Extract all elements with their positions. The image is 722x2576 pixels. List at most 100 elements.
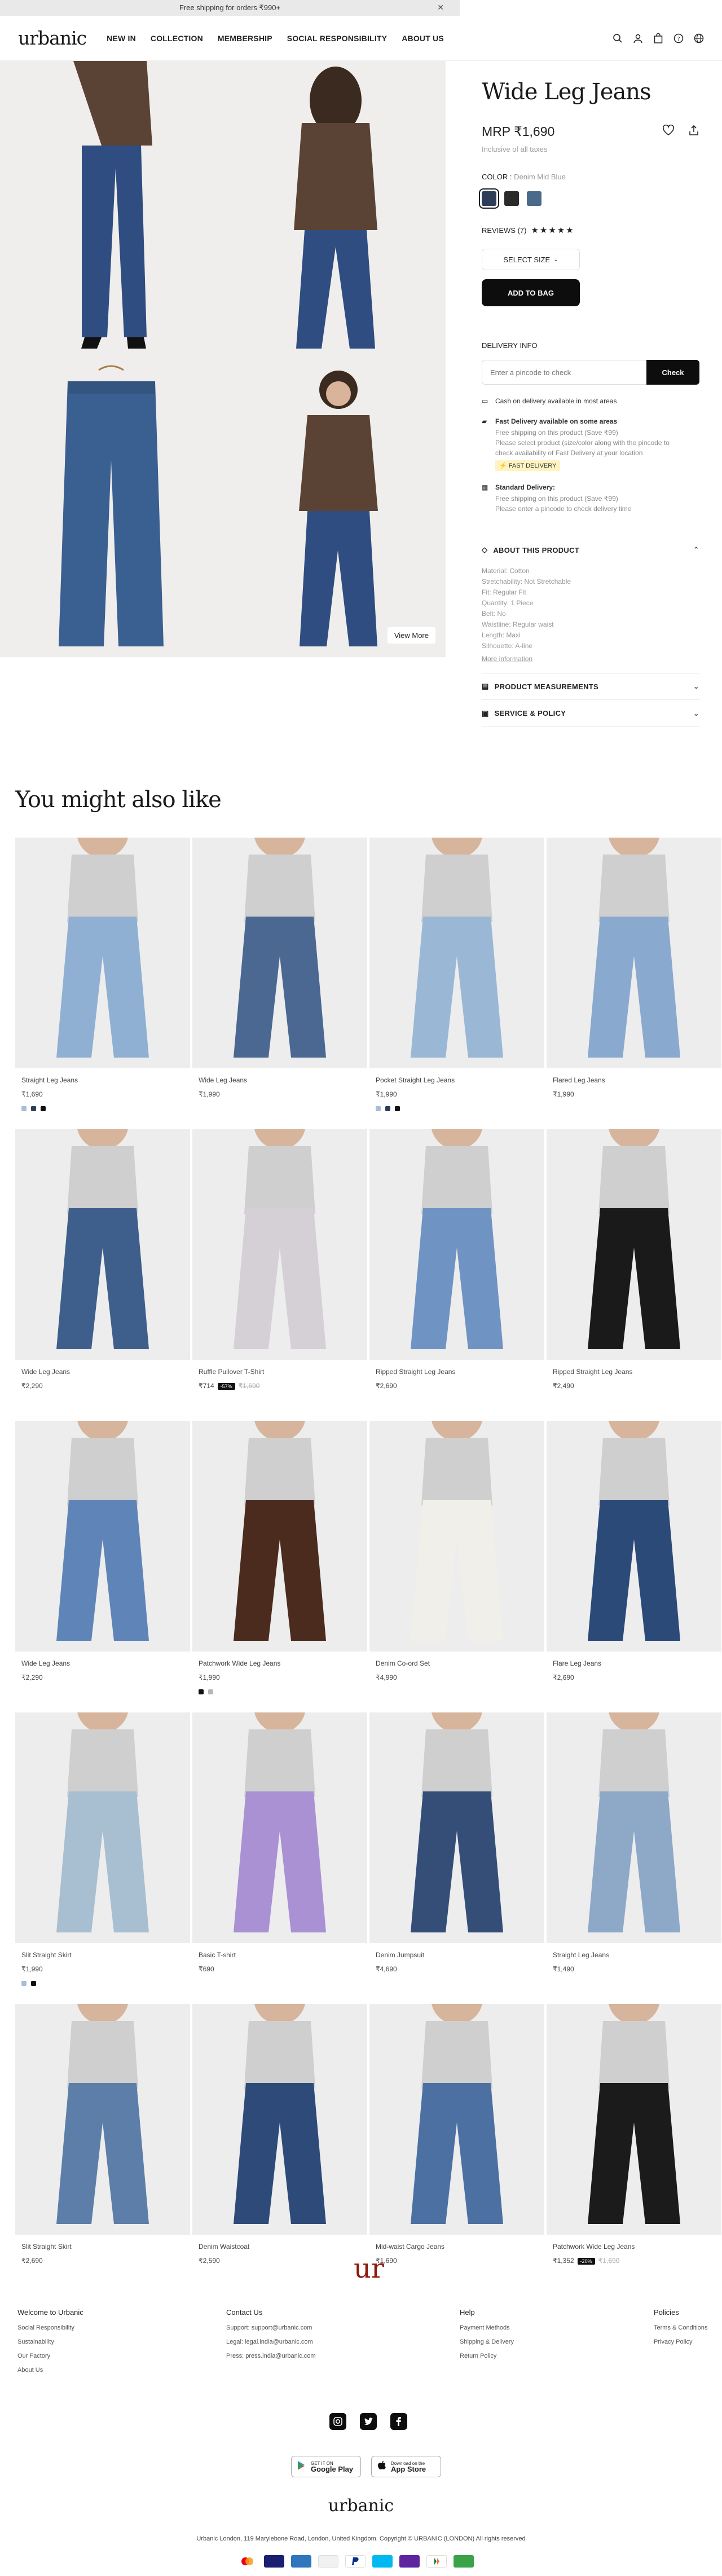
heart-icon[interactable] xyxy=(662,124,675,139)
product-card[interactable]: Straight Leg Jeans ₹1,690 xyxy=(15,838,190,1129)
product-card[interactable]: Ripped Straight Leg Jeans ₹2,690 xyxy=(369,1129,544,1421)
product-image-4[interactable]: View More xyxy=(223,359,446,657)
color-dot[interactable] xyxy=(41,1106,46,1111)
instagram-icon[interactable] xyxy=(329,2413,346,2430)
product-card-image[interactable] xyxy=(192,1421,367,1652)
product-card-name[interactable]: Patchwork Wide Leg Jeans xyxy=(199,1659,367,1667)
product-card-image[interactable] xyxy=(547,1421,721,1652)
product-card[interactable]: Straight Leg Jeans ₹1,490 xyxy=(547,1712,721,2004)
product-card-image[interactable] xyxy=(369,1712,544,1943)
footer-link[interactable]: Our Factory xyxy=(17,2353,83,2359)
product-card[interactable]: Wide Leg Jeans ₹2,290 xyxy=(15,1421,190,1712)
nav-social-responsibility[interactable]: SOCIAL RESPONSIBILITY xyxy=(287,34,387,43)
nav-about-us[interactable]: ABOUT US xyxy=(402,34,444,43)
color-dot[interactable] xyxy=(199,1689,204,1694)
more-information-link[interactable]: More information xyxy=(482,655,699,663)
product-card-name[interactable]: Straight Leg Jeans xyxy=(21,1076,190,1084)
color-swatch-3[interactable] xyxy=(527,191,542,206)
product-card[interactable]: Denim Waistcoat ₹2,590 xyxy=(192,2004,367,2296)
footer-link[interactable]: Support: support@urbanic.com xyxy=(226,2324,316,2331)
product-card-name[interactable]: Denim Co-ord Set xyxy=(376,1659,544,1667)
product-card-name[interactable]: Ruffle Pullover T-Shirt xyxy=(199,1368,367,1376)
product-card-name[interactable]: Slit Straight Skirt xyxy=(21,1951,190,1959)
select-size-button[interactable]: SELECT SIZE ⌄ xyxy=(482,249,580,270)
footer-link[interactable]: Payment Methods xyxy=(460,2324,514,2331)
about-product-toggle[interactable]: ◇ ABOUT THIS PRODUCT ⌃ xyxy=(482,536,699,563)
color-dot[interactable] xyxy=(376,1106,381,1111)
product-card-name[interactable]: Patchwork Wide Leg Jeans xyxy=(553,2243,721,2251)
color-swatch-1[interactable] xyxy=(479,188,499,209)
product-card-name[interactable]: Wide Leg Jeans xyxy=(21,1659,190,1667)
product-card-name[interactable]: Ripped Straight Leg Jeans xyxy=(553,1368,721,1376)
product-card[interactable]: Slit Straight Skirt ₹2,690 xyxy=(15,2004,190,2296)
product-card-name[interactable]: Basic T-shirt xyxy=(199,1951,367,1959)
pincode-input[interactable] xyxy=(482,360,646,385)
product-card[interactable]: Wide Leg Jeans ₹1,990 xyxy=(192,838,367,1129)
account-icon[interactable] xyxy=(633,33,643,43)
product-card[interactable]: Mid-waist Cargo Jeans ₹1,690 xyxy=(369,2004,544,2296)
footer-link[interactable]: Press: press.india@urbanic.com xyxy=(226,2353,316,2359)
twitter-icon[interactable] xyxy=(360,2413,377,2430)
product-card-image[interactable] xyxy=(192,838,367,1068)
check-button[interactable]: Check xyxy=(646,360,699,385)
color-dot[interactable] xyxy=(395,1106,400,1111)
product-image-1[interactable] xyxy=(0,61,223,359)
product-card-image[interactable] xyxy=(15,1421,190,1652)
product-card-image[interactable] xyxy=(547,1129,721,1360)
product-card-image[interactable] xyxy=(547,2004,721,2235)
product-card-image[interactable] xyxy=(15,2004,190,2235)
brand-logo[interactable]: urbanic xyxy=(18,27,87,49)
product-card[interactable]: Flared Leg Jeans ₹1,990 xyxy=(547,838,721,1129)
product-card-name[interactable]: Wide Leg Jeans xyxy=(199,1076,367,1084)
footer-link[interactable]: Legal: legal.india@urbanic.com xyxy=(226,2339,316,2345)
product-card-name[interactable]: Ripped Straight Leg Jeans xyxy=(376,1368,544,1376)
color-dot[interactable] xyxy=(385,1106,390,1111)
product-card-image[interactable] xyxy=(547,838,721,1068)
footer-link[interactable]: Social Responsibility xyxy=(17,2324,83,2331)
color-swatch-2[interactable] xyxy=(504,191,519,206)
product-card[interactable]: Denim Co-ord Set ₹4,990 xyxy=(369,1421,544,1712)
footer-link[interactable]: Shipping & Delivery xyxy=(460,2339,514,2345)
help-icon[interactable]: ? xyxy=(673,33,684,43)
facebook-icon[interactable] xyxy=(390,2413,407,2430)
footer-link[interactable]: Terms & Conditions xyxy=(654,2324,707,2331)
product-card-image[interactable] xyxy=(369,1421,544,1652)
product-card-name[interactable]: Slit Straight Skirt xyxy=(21,2243,190,2251)
product-measurements-toggle[interactable]: ▤ PRODUCT MEASUREMENTS ⌄ xyxy=(482,673,699,700)
search-icon[interactable] xyxy=(613,33,623,43)
reviews-summary[interactable]: REVIEWS (7) ★★★★★ xyxy=(482,225,699,235)
product-card-image[interactable] xyxy=(192,1712,367,1943)
product-card-name[interactable]: Pocket Straight Leg Jeans xyxy=(376,1076,544,1084)
view-more-button[interactable]: View More xyxy=(387,627,435,644)
product-card-name[interactable]: Flare Leg Jeans xyxy=(553,1659,721,1667)
product-card-image[interactable] xyxy=(369,838,544,1068)
product-image-2[interactable] xyxy=(223,61,446,359)
product-card[interactable]: Slit Straight Skirt ₹1,990 xyxy=(15,1712,190,2004)
service-policy-toggle[interactable]: ▣ SERVICE & POLICY ⌄ xyxy=(482,700,699,727)
product-image-3[interactable] xyxy=(0,359,223,657)
product-card-name[interactable]: Flared Leg Jeans xyxy=(553,1076,721,1084)
color-dot[interactable] xyxy=(21,1106,27,1111)
product-card[interactable]: Patchwork Wide Leg Jeans ₹1,352 -20% ₹1,690 xyxy=(547,2004,721,2296)
product-card-image[interactable] xyxy=(15,838,190,1068)
product-card-image[interactable] xyxy=(15,1712,190,1943)
product-card-image[interactable] xyxy=(547,1712,721,1943)
product-card-name[interactable]: Denim Jumpsuit xyxy=(376,1951,544,1959)
footer-link[interactable]: About Us xyxy=(17,2367,83,2374)
globe-icon[interactable] xyxy=(694,33,704,43)
product-card-image[interactable] xyxy=(15,1129,190,1360)
color-dot[interactable] xyxy=(208,1689,213,1694)
product-card[interactable]: Patchwork Wide Leg Jeans ₹1,990 xyxy=(192,1421,367,1712)
product-card-image[interactable] xyxy=(192,1129,367,1360)
nav-collection[interactable]: COLLECTION xyxy=(151,34,203,43)
product-card-name[interactable]: Mid-waist Cargo Jeans xyxy=(376,2243,544,2251)
bag-icon[interactable] xyxy=(653,33,663,43)
nav-new-in[interactable]: NEW IN xyxy=(107,34,136,43)
google-play-badge[interactable]: GET IT ON Google Play xyxy=(291,2456,361,2477)
product-card[interactable]: Basic T-shirt ₹690 xyxy=(192,1712,367,2004)
product-card-image[interactable] xyxy=(369,2004,544,2235)
product-card-name[interactable]: Wide Leg Jeans xyxy=(21,1368,190,1376)
color-dot[interactable] xyxy=(21,1981,27,1986)
footer-link[interactable]: Sustainability xyxy=(17,2339,83,2345)
footer-link[interactable]: Privacy Policy xyxy=(654,2339,707,2345)
